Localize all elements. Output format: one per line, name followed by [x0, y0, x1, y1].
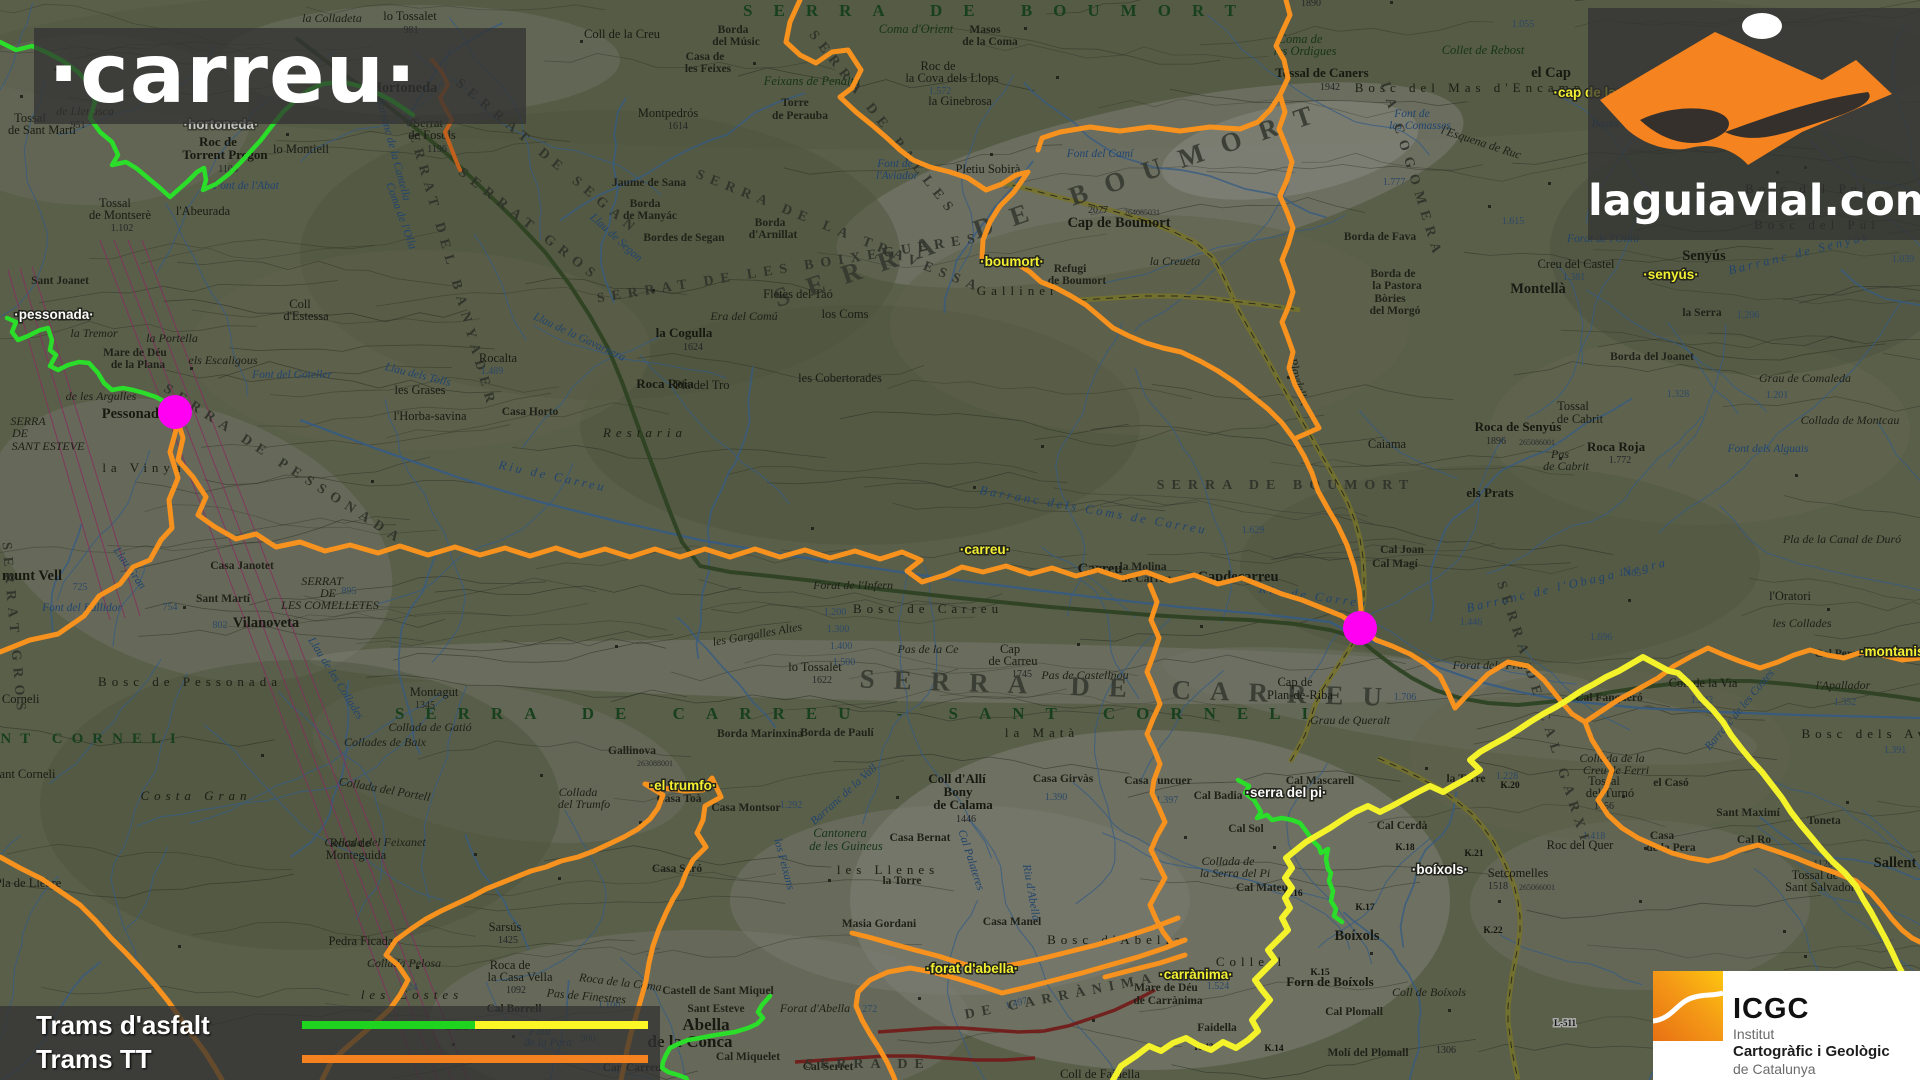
- route-label: ·boíxols·: [1412, 862, 1468, 877]
- route-label: ·forat d'abella·: [926, 961, 1018, 976]
- legend-line-asphalt: [302, 1021, 648, 1029]
- laguiavial-watermark: laguiavial.com: [1588, 8, 1920, 240]
- icgc-logo-icon: [1652, 971, 1724, 1041]
- legend-line-tt: [302, 1055, 648, 1063]
- legend-label-tt: Trams TT: [36, 1043, 152, 1074]
- legend-row-asphalt: Trams d'asfalt: [0, 1010, 660, 1040]
- route-label: ·boumort·: [980, 254, 1044, 269]
- page-title: ·carreu·: [48, 27, 418, 122]
- icgc-line-cartografic: Cartogràfic i Geològic: [1733, 1043, 1890, 1060]
- title-overlay: ·carreu·: [34, 28, 526, 124]
- icgc-line-institut: Institut: [1733, 1026, 1775, 1042]
- laguiavial-site-text: laguiavial.com: [1588, 176, 1920, 226]
- map-poster: SERRA DE BOUMORTla Colladetalo Tossalet9…: [0, 0, 1920, 1080]
- map-legend: Trams d'asfalt Trams TT: [0, 1006, 660, 1080]
- route-label: ·montanisell·: [1860, 644, 1920, 659]
- route-label: ·el trumfo·: [650, 778, 717, 793]
- route-label: ·senyús·: [1643, 267, 1699, 282]
- waypoint-marker: [1343, 611, 1377, 645]
- route-label: ·pessonada·: [14, 307, 94, 322]
- icgc-acronym: ICGC: [1733, 993, 1810, 1025]
- icgc-attribution: ICGC Institut Cartogràfic i Geològic de …: [1652, 971, 1920, 1080]
- waypoint-marker: [158, 395, 192, 429]
- legend-row-tt: Trams TT: [0, 1044, 660, 1074]
- route-label: ·serra del pi·: [1245, 785, 1326, 800]
- route-label: ·carrànima·: [1159, 967, 1233, 982]
- icgc-line-catalunya: de Catalunya: [1733, 1061, 1816, 1077]
- legend-label-asphalt: Trams d'asfalt: [36, 1009, 210, 1040]
- icgc-text: ICGC Institut Cartogràfic i Geològic de …: [1733, 993, 1890, 1078]
- route-label: ·carreu·: [960, 542, 1010, 557]
